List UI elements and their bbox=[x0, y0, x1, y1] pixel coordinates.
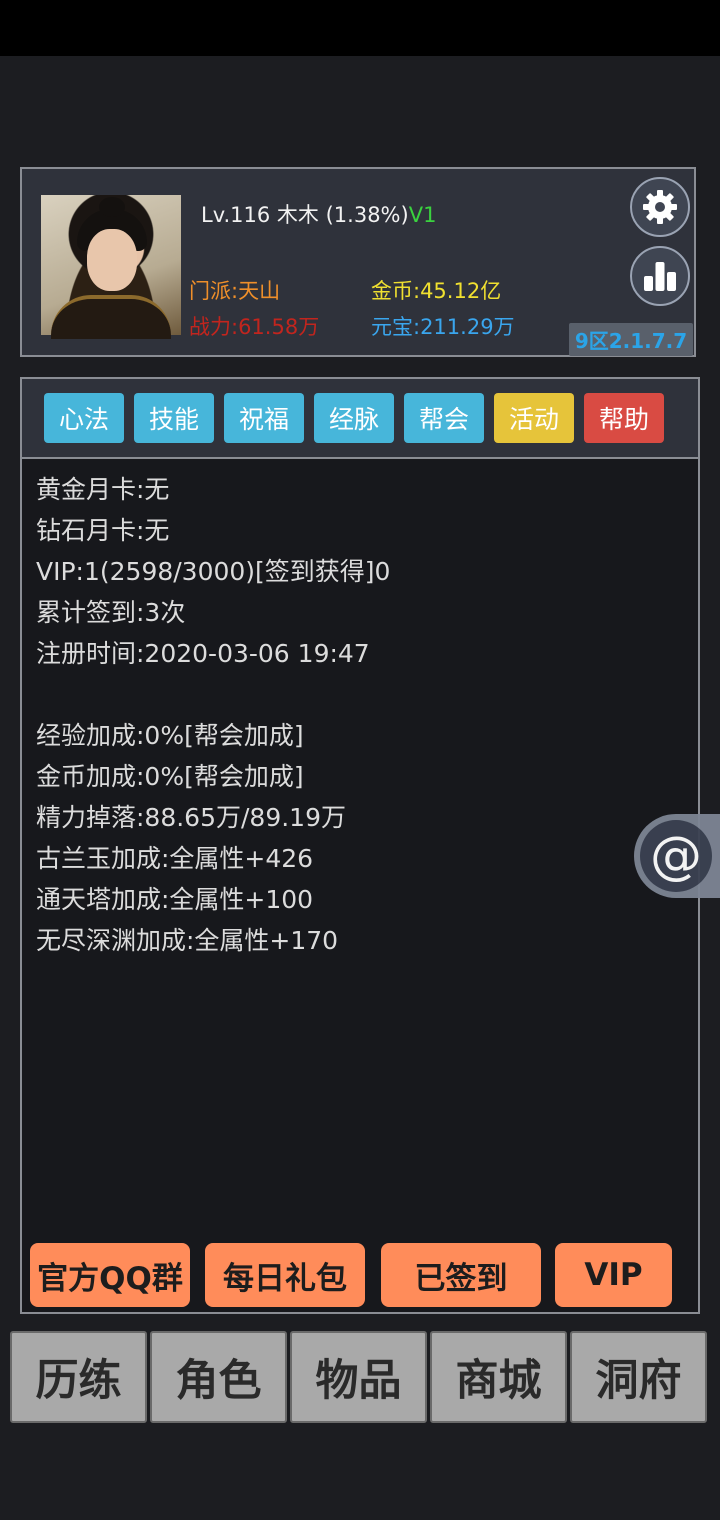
info-line: 金币加成:0%[帮会加成] bbox=[36, 762, 304, 791]
daily-gift-button[interactable]: 每日礼包 bbox=[205, 1243, 365, 1307]
info-line: 钻石月卡:无 bbox=[36, 516, 170, 545]
mention-button[interactable]: @ bbox=[634, 814, 720, 898]
gold-text: 金币:45.12亿 bbox=[371, 279, 502, 303]
tab-blessing[interactable]: 祝福 bbox=[224, 393, 304, 443]
level-line: Lv.116 木木 (1.38%)V1 bbox=[201, 199, 436, 229]
gear-icon bbox=[643, 190, 677, 224]
power-text: 战力:61.58万 bbox=[189, 315, 320, 339]
info-line: 经验加成:0%[帮会加成] bbox=[36, 721, 304, 750]
info-line: VIP:1(2598/3000)[签到获得]0 bbox=[36, 557, 391, 586]
at-icon: @ bbox=[640, 820, 712, 892]
ingot-text: 元宝:211.29万 bbox=[371, 315, 515, 339]
avatar-face bbox=[87, 229, 137, 291]
avatar-robe bbox=[51, 295, 171, 339]
nav-items[interactable]: 物品 bbox=[290, 1331, 427, 1423]
info-list: 黄金月卡:无 钻石月卡:无 VIP:1(2598/3000)[签到获得]0 累计… bbox=[36, 469, 390, 961]
nav-cave[interactable]: 洞府 bbox=[570, 1331, 707, 1423]
info-line: 注册时间:2020-03-06 19:47 bbox=[36, 639, 370, 668]
level-text: Lv.116 木木 (1.38%) bbox=[201, 203, 409, 227]
info-gap bbox=[36, 674, 390, 715]
profile-panel: Lv.116 木木 (1.38%)V1 门派:天山 战力:61.58万 金币:4… bbox=[20, 167, 696, 357]
tab-bar: 心法 技能 祝福 经脉 帮会 活动 帮助 bbox=[22, 379, 698, 459]
settings-button[interactable] bbox=[630, 177, 690, 237]
info-line: 古兰玉加成:全属性+426 bbox=[36, 844, 314, 873]
nav-character[interactable]: 角色 bbox=[150, 1331, 287, 1423]
avatar-bun bbox=[99, 197, 125, 217]
info-line: 无尽深渊加成:全属性+170 bbox=[36, 926, 339, 955]
info-line: 累计签到:3次 bbox=[36, 598, 186, 627]
nav-shop[interactable]: 商城 bbox=[430, 1331, 567, 1423]
bar-chart-icon bbox=[644, 262, 676, 291]
tab-meridians[interactable]: 经脉 bbox=[314, 393, 394, 443]
vip-button[interactable]: VIP bbox=[555, 1243, 672, 1307]
qq-group-button[interactable]: 官方QQ群 bbox=[30, 1243, 190, 1307]
tab-help[interactable]: 帮助 bbox=[584, 393, 664, 443]
sect-text: 门派:天山 bbox=[189, 279, 281, 303]
info-line: 精力掉落:88.65万/89.19万 bbox=[36, 803, 346, 832]
vip-tag: V1 bbox=[408, 203, 437, 227]
avatar[interactable] bbox=[41, 195, 181, 339]
tab-xinfa[interactable]: 心法 bbox=[44, 393, 124, 443]
tab-events[interactable]: 活动 bbox=[494, 393, 574, 443]
nav-training[interactable]: 历练 bbox=[10, 1331, 147, 1423]
tab-skills[interactable]: 技能 bbox=[134, 393, 214, 443]
tab-guild[interactable]: 帮会 bbox=[404, 393, 484, 443]
info-line: 黄金月卡:无 bbox=[36, 475, 170, 504]
info-line: 通天塔加成:全属性+100 bbox=[36, 885, 314, 914]
signed-in-button[interactable]: 已签到 bbox=[381, 1243, 541, 1307]
status-bar bbox=[0, 0, 720, 56]
ranking-button[interactable] bbox=[630, 246, 690, 306]
server-badge: 9区2.1.7.7 bbox=[569, 323, 693, 356]
main-panel: 心法 技能 祝福 经脉 帮会 活动 帮助 黄金月卡:无 钻石月卡:无 VIP:1… bbox=[20, 377, 700, 1314]
